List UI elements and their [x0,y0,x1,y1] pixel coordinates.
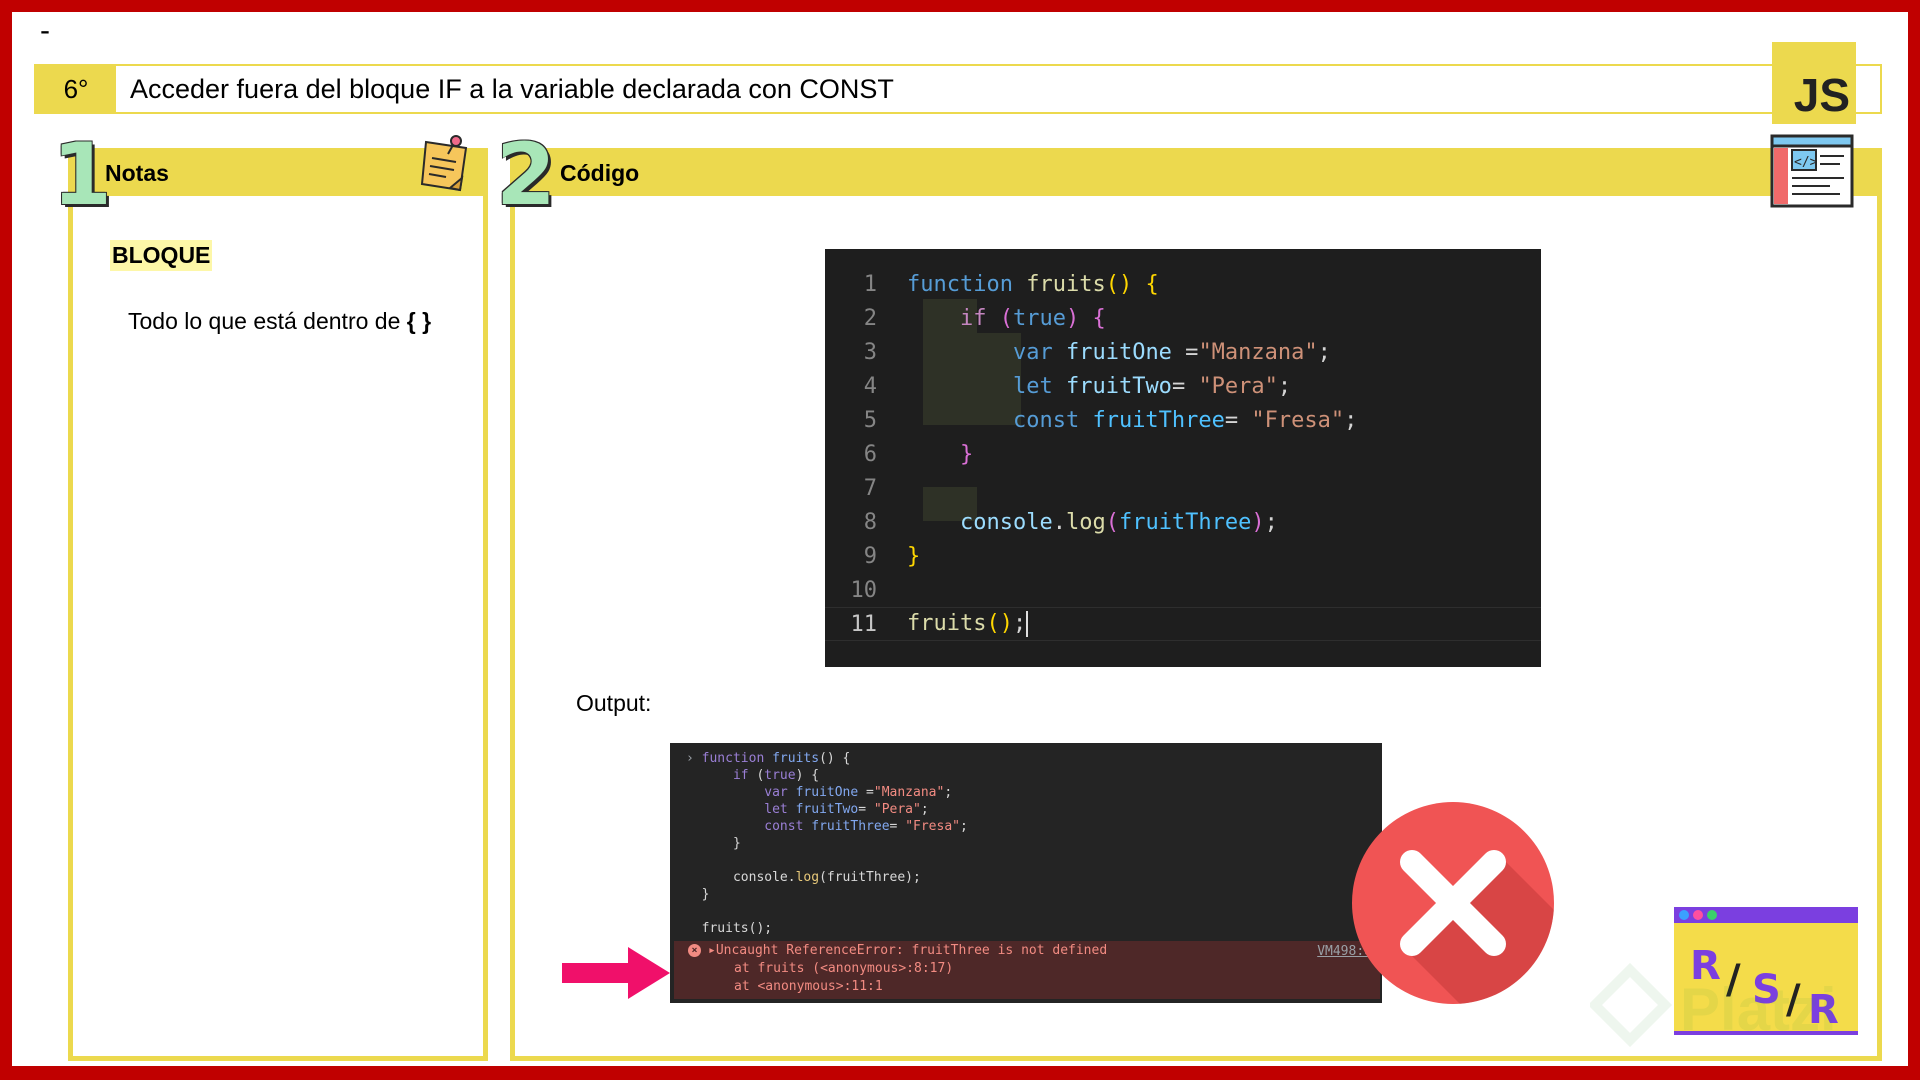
code-label: Código [560,160,640,186]
svg-text:</>: </> [1794,155,1818,170]
code-line: 6 } [863,441,974,467]
code-line: 5 const fruitThree= "Fresa"; [863,407,1358,433]
section-number-1: 1 [52,125,112,225]
pointer-arrow-icon [562,947,670,999]
code-editor: 1 function fruits() { 2 if (true) { 3 va… [825,249,1541,667]
output-label: Output: [576,690,652,716]
section-number-2: 2 [496,125,556,225]
code-line: 10 [850,577,878,603]
stack-line-2: at <anonymous>:11:1 [734,979,883,994]
slide-dash: - [40,14,50,47]
title-bar: 6° Acceder fuera del bloque IF a la vari… [34,64,1882,114]
browser-console: › function fruits() { if (true) { var fr… [670,743,1382,1003]
notes-label: Notas [105,160,169,186]
console-error-row: × ▸Uncaught ReferenceError: fruitThree i… [674,941,1380,999]
svg-text:Platzi: Platzi [1680,976,1837,1043]
code-line: 1 function fruits() { [863,271,1159,297]
code-line-current: 11 fruits(); [825,607,1541,641]
code-header-bar [510,148,1882,196]
note-description-text: Todo lo que está dentro de [128,308,407,334]
error-x-icon [1352,802,1554,1004]
note-description: Todo lo que está dentro de { } [128,308,431,335]
code-line: 8 console.log(fruitThree); [863,509,1278,535]
code-line: 7 [863,475,877,501]
note-term: BLOQUE [110,240,213,271]
lesson-number: 6° [36,66,116,112]
error-icon: × [688,944,701,957]
error-message: Uncaught ReferenceError: fruitThree is n… [715,943,1108,958]
code-line: 4 let fruitTwo= "Pera"; [863,373,1292,399]
code-file-icon: </> [1770,134,1854,208]
code-line: 3 var fruitOne ="Manzana"; [863,339,1331,365]
code-line: 2 if (true) { [863,305,1106,331]
sticky-note-icon [420,135,468,192]
js-logo: JS [1772,42,1856,124]
platzi-watermark: Platzi [1590,962,1837,1048]
code-line: 9 } [863,543,921,569]
text-caret [1026,611,1029,637]
lesson-title: Acceder fuera del bloque IF a la variabl… [130,74,894,104]
note-description-braces: { } [406,308,432,334]
stack-line-1: at fruits (<anonymous>:8:17) [734,961,954,976]
